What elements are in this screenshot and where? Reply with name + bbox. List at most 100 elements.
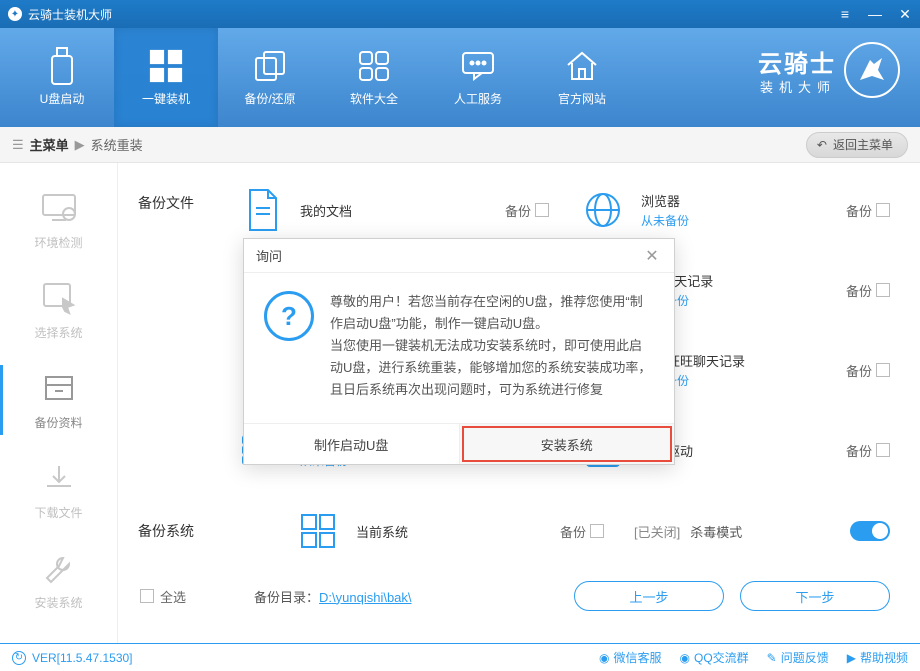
prev-label: 上一步 [629, 587, 668, 606]
section-backup-system: 备份系统 [138, 521, 194, 541]
menu-icon[interactable]: ≡ [838, 7, 852, 21]
wrench-icon [39, 550, 79, 586]
status-link-help-video[interactable]: ▶ 帮助视频 [847, 649, 908, 666]
feedback-icon: ✎ [767, 651, 777, 665]
brand: 云骑士 装机大师 [758, 42, 900, 98]
nav-label: 备份/还原 [244, 90, 295, 107]
action-label: 备份 [846, 201, 872, 220]
crumb-main[interactable]: 主菜单 [30, 135, 69, 154]
list-icon: ☰ [12, 137, 24, 153]
status-link-feedback[interactable]: ✎ 问题反馈 [767, 649, 829, 666]
windows-icon [148, 48, 184, 84]
checkbox[interactable] [535, 203, 549, 217]
item-my-documents: 我的文档 备份 [238, 183, 549, 237]
sidebar-item-label: 下载文件 [34, 504, 82, 521]
link-label: QQ交流群 [694, 649, 749, 666]
antivirus-status: [已关闭] [634, 522, 680, 541]
archive-icon [39, 370, 79, 406]
item-title: 当前系统 [356, 522, 546, 541]
app-title: 云骑士装机大师 [28, 6, 838, 23]
monitor-gear-icon [39, 190, 79, 226]
next-button[interactable]: 下一步 [740, 581, 890, 611]
nav-one-click-install[interactable]: 一键装机 [114, 28, 218, 127]
link-label: 微信客服 [614, 649, 662, 666]
checkbox[interactable] [876, 363, 890, 377]
status-link-wechat[interactable]: ◉微信客服 [599, 649, 662, 666]
action-label: 备份 [846, 281, 872, 300]
nav-label: 官方网站 [558, 90, 606, 107]
dialog-line1: 尊敬的用户！若您当前存在空闲的U盘，推荐您使用“制作启动U盘”功能，制作一键启动… [330, 291, 654, 335]
refresh-icon[interactable]: ↻ [12, 651, 26, 665]
nav-software[interactable]: 软件大全 [322, 28, 426, 127]
nav-website[interactable]: 官方网站 [530, 28, 634, 127]
header: U盘启动 一键装机 备份/还原 软件大全 人工服务 [0, 28, 920, 127]
item-title: 浏览器 [641, 191, 832, 210]
brand-sub: 装机大师 [760, 77, 836, 96]
sidebar-item-select-system[interactable]: 选择系统 [0, 265, 117, 355]
action-label: 备份 [846, 361, 872, 380]
apps-icon [356, 48, 392, 84]
document-icon [238, 186, 286, 234]
make-usb-button[interactable]: 制作启动U盘 [244, 424, 460, 464]
back-label: 返回主菜单 [833, 136, 893, 153]
dialog-message: 尊敬的用户！若您当前存在空闲的U盘，推荐您使用“制作启动U盘”功能，制作一键启动… [330, 291, 654, 401]
prev-button[interactable]: 上一步 [574, 581, 724, 611]
backup-path-link[interactable]: D:\yunqishi\bak\ [319, 590, 412, 605]
browser-icon [579, 186, 627, 234]
nav-label: U盘启动 [40, 90, 85, 107]
chevron-right-icon: ▶ [75, 137, 85, 153]
nav-usb-boot[interactable]: U盘启动 [10, 28, 114, 127]
action-label: 备份 [846, 441, 872, 460]
sidebar: 环境检测 选择系统 备份资料 下载文件 安装系统 [0, 163, 118, 643]
nav-label: 人工服务 [454, 90, 502, 107]
select-all[interactable]: 全选 [140, 587, 186, 606]
select-all-label: 全选 [160, 587, 186, 606]
checkbox[interactable] [876, 203, 890, 217]
sidebar-item-label: 选择系统 [34, 324, 82, 341]
checkbox[interactable] [140, 589, 154, 603]
sidebar-item-install[interactable]: 安装系统 [0, 535, 117, 625]
sidebar-item-backup-data[interactable]: 备份资料 [0, 355, 117, 445]
dialog-line2: 当您使用一键装机无法成功安装系统时，即可使用此启动U盘，进行系统重装，能够增加您… [330, 335, 654, 401]
nav-backup-restore[interactable]: 备份/还原 [218, 28, 322, 127]
action-label: 备份 [505, 201, 531, 220]
install-system-button[interactable]: 安装系统 [460, 424, 675, 464]
nav-label: 软件大全 [350, 90, 398, 107]
copy-icon [252, 48, 288, 84]
checkbox[interactable] [590, 524, 604, 538]
cursor-select-icon [39, 280, 79, 316]
antivirus-toggle[interactable] [850, 521, 890, 541]
sidebar-item-env-check[interactable]: 环境检测 [0, 175, 117, 265]
checkbox[interactable] [876, 443, 890, 457]
link-label: 帮助视频 [860, 649, 908, 666]
close-icon[interactable]: ✕ [898, 7, 912, 21]
sidebar-item-label: 备份资料 [34, 414, 82, 431]
link-label: 问题反馈 [781, 649, 829, 666]
backup-path-label: 备份目录： [254, 590, 319, 605]
item-title: 我的文档 [300, 201, 491, 220]
confirm-dialog: 询问 ✕ ? 尊敬的用户！若您当前存在空闲的U盘，推荐您使用“制作启动U盘”功能… [243, 238, 675, 465]
action-label: 备份 [560, 522, 586, 541]
knight-badge-icon [844, 42, 900, 98]
sidebar-item-label: 环境检测 [34, 234, 82, 251]
qq-icon: ◉ [680, 651, 690, 665]
status-link-qq-group[interactable]: ◉ QQ交流群 [680, 649, 749, 666]
nav-support[interactable]: 人工服务 [426, 28, 530, 127]
sidebar-item-label: 安装系统 [34, 594, 82, 611]
brand-main: 云骑士 [758, 44, 836, 79]
item-status: 从未备份 [641, 212, 832, 229]
minimize-icon[interactable]: — [868, 7, 882, 21]
checkbox[interactable] [876, 283, 890, 297]
download-icon [39, 460, 79, 496]
dialog-close-button[interactable]: ✕ [642, 246, 662, 266]
video-icon: ▶ [847, 651, 856, 665]
undo-icon: ↶ [817, 138, 827, 152]
question-icon: ? [264, 291, 314, 341]
usb-icon [44, 48, 80, 84]
item-browser: 浏览器从未备份 备份 [579, 183, 890, 237]
back-to-main-button[interactable]: ↶ 返回主菜单 [806, 132, 908, 158]
btn-label: 制作启动U盘 [314, 435, 388, 454]
sidebar-item-download[interactable]: 下载文件 [0, 445, 117, 535]
windows-logo-icon [294, 507, 342, 555]
antivirus-label: 杀毒模式 [690, 522, 742, 541]
